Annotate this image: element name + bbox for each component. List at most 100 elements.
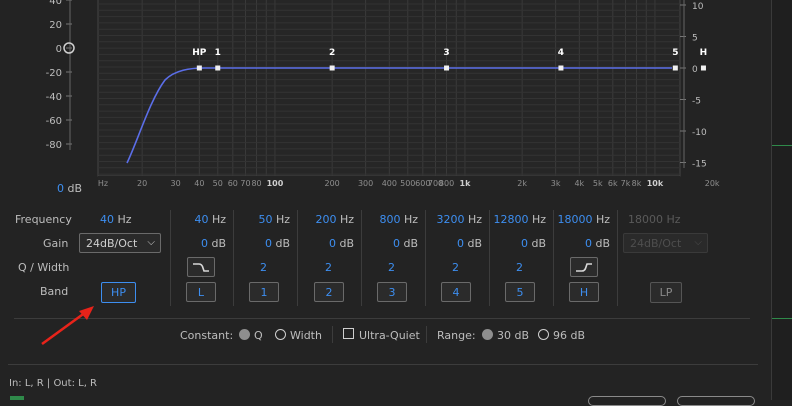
band-gain[interactable]: 0 dB: [265, 237, 290, 250]
freq-tick-label: 3k: [551, 179, 561, 188]
freq-tick-label: 80: [251, 179, 261, 188]
freq-tick-label: 4k: [574, 179, 584, 188]
band-row-label: Band: [40, 285, 69, 298]
band-gain[interactable]: 0 dB: [585, 237, 610, 250]
band-q-value[interactable]: 2: [452, 261, 459, 274]
band-button[interactable]: 3: [377, 282, 407, 302]
q-width-row-label: Q / Width: [18, 261, 70, 274]
band-button[interactable]: 1: [249, 282, 279, 302]
gain-readout: 0 dB: [57, 182, 82, 195]
band-q-value[interactable]: 2: [325, 261, 332, 274]
db-tick-label: -20: [46, 68, 62, 79]
ultra-quiet-checkbox[interactable]: [343, 328, 354, 339]
constant-width-label[interactable]: Width: [290, 329, 322, 342]
gain-readout-value: 0: [57, 182, 64, 195]
hp-slope-select[interactable]: 24dB/Oct ⌵: [79, 233, 161, 253]
range-96-radio[interactable]: [538, 329, 549, 340]
freq-tick-label: 20k: [705, 179, 720, 188]
band-gain-unit: dB: [595, 237, 610, 250]
constant-q-label[interactable]: Q: [254, 329, 263, 342]
band-frequency-unit: Hz: [531, 213, 546, 226]
band-button[interactable]: 5: [505, 282, 535, 302]
band-frequency-value: 200: [315, 213, 337, 226]
frequency-row-label: Frequency: [15, 213, 72, 226]
freq-tick-label: 40: [194, 179, 204, 188]
range-30-label[interactable]: 30 dB: [497, 329, 529, 342]
freq-tick-label: 2k: [517, 179, 527, 188]
waveform-line: [772, 318, 792, 319]
band-gain-value: 0: [392, 237, 400, 250]
band-frequency[interactable]: 200 Hz: [315, 213, 354, 226]
band-frequency-unit: Hz: [275, 213, 290, 226]
band-gain[interactable]: 0 dB: [521, 237, 546, 250]
right-tick-label: -15: [692, 160, 707, 170]
range-30-radio[interactable]: [482, 329, 493, 340]
freq-tick-label: 1k: [460, 179, 472, 188]
right-tick-label: -10: [692, 128, 707, 138]
footer-button-left[interactable]: [588, 396, 666, 406]
band-button[interactable]: L: [186, 282, 216, 302]
hp-frequency[interactable]: 40 Hz: [100, 213, 132, 226]
band-node[interactable]: [444, 65, 450, 71]
ultra-quiet-label[interactable]: Ultra-Quiet: [359, 329, 420, 342]
band-gain[interactable]: 0 dB: [329, 237, 354, 250]
band-node[interactable]: [672, 65, 678, 71]
band-q-value[interactable]: 2: [516, 261, 523, 274]
band-frequency-value: 50: [258, 213, 273, 226]
range-96-label[interactable]: 96 dB: [553, 329, 585, 342]
db-tick-label: -80: [46, 140, 62, 151]
power-toggle[interactable]: [10, 396, 24, 400]
band-frequency[interactable]: 18000 Hz: [557, 213, 610, 226]
band-node[interactable]: [700, 65, 706, 71]
band-node[interactable]: [215, 65, 221, 71]
db-tick-label: 40: [49, 0, 62, 7]
io-routing-label: In: L, R | Out: L, R: [9, 378, 97, 389]
band-frequency[interactable]: 3200 Hz: [436, 213, 482, 226]
band-frequency[interactable]: 50 Hz: [258, 213, 290, 226]
band-gain-unit: dB: [275, 237, 290, 250]
lp-slope-value: 24dB/Oct: [630, 236, 682, 250]
column-separator: [489, 210, 490, 306]
gain-readout-unit: dB: [67, 182, 83, 195]
band-frequency[interactable]: 12800 Hz: [493, 213, 546, 226]
chevron-down-icon: ⌵: [694, 237, 702, 248]
right-tick-label: -5: [692, 97, 701, 107]
constant-q-radio[interactable]: [239, 329, 250, 340]
freq-tick-label: 8k: [632, 179, 642, 188]
freq-tick-label: 100: [267, 179, 284, 188]
band-button[interactable]: 4: [441, 282, 471, 302]
band-shape-button[interactable]: [187, 257, 215, 277]
option-separator: [426, 326, 427, 343]
band-node-label: 2: [329, 48, 335, 58]
band-node[interactable]: [558, 65, 564, 71]
freq-tick-label: 5k: [593, 179, 603, 188]
band-node-label: 4: [558, 48, 564, 58]
band-frequency[interactable]: 800 Hz: [379, 213, 418, 226]
db-tick-label: 0: [56, 44, 62, 55]
band-frequency[interactable]: 40 Hz: [194, 213, 226, 226]
band-gain[interactable]: 0 dB: [457, 237, 482, 250]
band-shape-button[interactable]: [570, 257, 598, 277]
column-separator: [361, 210, 362, 306]
hp-band-button[interactable]: HP: [101, 282, 136, 303]
band-button[interactable]: 2: [314, 282, 344, 302]
band-gain-value: 0: [200, 237, 208, 250]
band-q-value[interactable]: 2: [388, 261, 395, 274]
eq-graph[interactable]: 40200-20-40-60-801050-5-10-15Hz 20 30 40 50 6…: [0, 0, 792, 200]
annotation-arrow: [41, 306, 94, 346]
band-node[interactable]: [329, 65, 335, 71]
band-frequency-value: 18000: [557, 213, 593, 226]
band-node[interactable]: [196, 65, 202, 71]
freq-tick-label: 300: [358, 179, 373, 188]
band-gain[interactable]: 0 dB: [201, 237, 226, 250]
band-q-value[interactable]: 2: [260, 261, 267, 274]
hp-frequency-value: 40: [100, 213, 114, 226]
freq-tick-label: 30: [171, 179, 181, 188]
lp-band-button[interactable]: LP: [650, 282, 682, 303]
band-button[interactable]: H: [569, 282, 599, 302]
footer-button-right[interactable]: [677, 396, 755, 406]
band-gain[interactable]: 0 dB: [393, 237, 418, 250]
band-frequency-value: 40: [194, 213, 209, 226]
constant-width-radio[interactable]: [275, 329, 286, 340]
freq-tick-label: 60: [228, 179, 238, 188]
